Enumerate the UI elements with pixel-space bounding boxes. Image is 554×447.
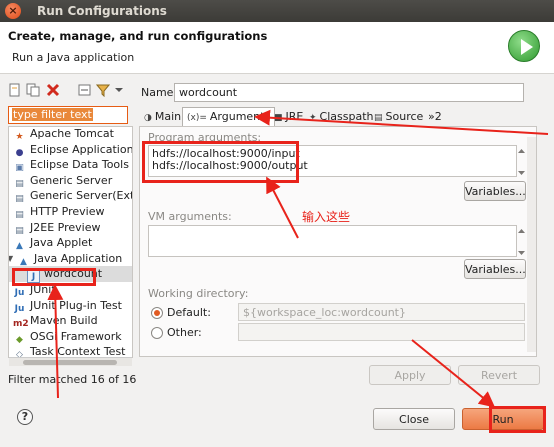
annotation-box-arguments: [142, 141, 299, 183]
tree-item[interactable]: ★ Apache Tomcat: [9, 127, 132, 142]
tree-horizontal-scrollbar[interactable]: [9, 357, 132, 366]
tree-item-label: Eclipse Application: [30, 142, 133, 156]
tree-item[interactable]: ▤ Generic Server: [9, 173, 132, 189]
tree-item-label: OSGi Framework: [30, 329, 122, 343]
dialog-title: Create, manage, and run configurations: [8, 29, 268, 43]
tree-item-label: Apache Tomcat: [30, 127, 114, 140]
tree-item-label: Generic Server: [30, 173, 113, 187]
close-button[interactable]: Close: [373, 408, 455, 430]
filter-input[interactable]: type filter text: [8, 106, 128, 124]
tab-label: Source: [385, 110, 424, 123]
other-radio-label: Other:: [167, 326, 202, 339]
panel-scrollbar[interactable]: [527, 137, 536, 352]
program-variables-button[interactable]: Variables...: [464, 181, 526, 201]
vm-arguments-scrollbar[interactable]: [517, 227, 526, 257]
tree-item[interactable]: ▼▲Java Application: [9, 251, 132, 267]
tab-label: JRE: [285, 110, 304, 123]
annotation-text: 输入这些: [302, 210, 351, 224]
vm-arguments-label: VM arguments:: [148, 210, 232, 223]
run-banner-icon: [508, 30, 540, 62]
tree-item[interactable]: ▤ J2EE Preview: [9, 220, 132, 236]
duplicate-icon[interactable]: [26, 83, 40, 97]
tab-jre[interactable]: ■ JRE: [272, 108, 303, 127]
tab-label: Classpath: [319, 110, 374, 123]
default-directory-field: ${workspace_loc:wordcount}: [238, 303, 525, 321]
tab--2[interactable]: »2: [426, 108, 442, 127]
config-tree[interactable]: ★ Apache Tomcat ● Eclipse Application ▣ Eclip…: [8, 126, 133, 358]
other-radio[interactable]: [151, 327, 163, 339]
tree-item[interactable]: ● Eclipse Application: [9, 142, 133, 158]
other-directory-field[interactable]: [238, 323, 525, 341]
annotation-box-run: [489, 406, 546, 433]
tab-label: Arguments: [209, 110, 271, 123]
filter-icon[interactable]: [95, 83, 111, 98]
tree-item[interactable]: ◆ OSGi Framework: [9, 329, 132, 345]
tree-item-label: J2EE Preview: [30, 220, 101, 234]
tab-source[interactable]: ▤ Source: [372, 108, 423, 127]
filter-placeholder: type filter text: [12, 108, 93, 121]
tree-item-label: Eclipse Data Tools: [30, 158, 129, 172]
name-input[interactable]: wordcount: [174, 83, 524, 102]
default-radio-label: Default:: [167, 306, 211, 319]
tree-item-label: Java Applet: [30, 236, 93, 250]
jre-tab-icon: ■: [274, 113, 283, 123]
delete-icon[interactable]: [46, 83, 60, 97]
default-radio[interactable]: [151, 307, 163, 319]
tab-main[interactable]: ◑ Main: [142, 108, 181, 127]
main-tab-icon: ◑: [144, 113, 152, 123]
tree-item[interactable]: m2Maven Build: [9, 313, 132, 329]
revert-button[interactable]: Revert: [458, 365, 540, 385]
tree-item[interactable]: ◇ Task Context Test: [9, 344, 132, 357]
tab-strip: ◑ Main (x)= Arguments ■ JRE ✦ Classpath ▤ Source»…: [140, 107, 540, 127]
expand-chevron-icon[interactable]: ▼: [9, 251, 13, 267]
tree-item-label: Generic Server(Extern: [30, 189, 132, 203]
tree-item-label: Java Application: [34, 251, 123, 265]
window-close-button[interactable]: ×: [5, 3, 21, 19]
dialog-header: Create, manage, and run configurations R…: [0, 22, 554, 74]
annotation-box-wordcount: [12, 268, 96, 286]
apply-button[interactable]: Apply: [369, 365, 451, 385]
tree-item-label: Maven Build: [30, 314, 98, 328]
classpath-tab-icon: ✦: [309, 113, 317, 123]
name-label: Name:: [141, 86, 178, 99]
dialog-subtitle: Run a Java application: [12, 51, 135, 64]
window-title: Run Configurations: [37, 4, 167, 18]
config-toolbar: [6, 82, 131, 100]
collapse-all-icon[interactable]: [78, 83, 92, 97]
menu-chevron-icon[interactable]: [112, 83, 126, 97]
filter-status: Filter matched 16 of 16 items: [8, 373, 136, 386]
tab-label: Main: [154, 110, 182, 123]
title-bar: × Run Configurations: [0, 0, 554, 22]
tree-item[interactable]: Ju JUnit Plug-in Test: [9, 298, 132, 314]
vm-arguments-textarea[interactable]: [148, 225, 517, 257]
tree-item[interactable]: ▲ Java Applet: [9, 235, 132, 251]
help-icon[interactable]: ?: [17, 409, 33, 425]
new-config-icon[interactable]: [8, 83, 22, 97]
working-directory-label: Working directory:: [148, 287, 249, 300]
tree-item-label: HTTP Preview: [30, 205, 105, 218]
program-arguments-scrollbar[interactable]: [517, 147, 526, 177]
tree-item[interactable]: ▤ HTTP Preview: [9, 204, 132, 220]
tree-item[interactable]: ▣ Eclipse Data Tools: [9, 157, 132, 173]
tab-label: »2: [428, 110, 442, 123]
source-tab-icon: ▤: [374, 113, 383, 123]
tab-arguments[interactable]: (x)= Arguments: [182, 107, 276, 127]
vm-variables-button[interactable]: Variables...: [464, 259, 526, 279]
tab-classpath[interactable]: ✦ Classpath: [307, 108, 374, 127]
arguments-tab-icon: (x)=: [187, 113, 207, 123]
tree-item-label: JUnit Plug-in Test: [30, 298, 122, 312]
tree-item[interactable]: ▤Generic Server(Extern: [9, 188, 132, 204]
